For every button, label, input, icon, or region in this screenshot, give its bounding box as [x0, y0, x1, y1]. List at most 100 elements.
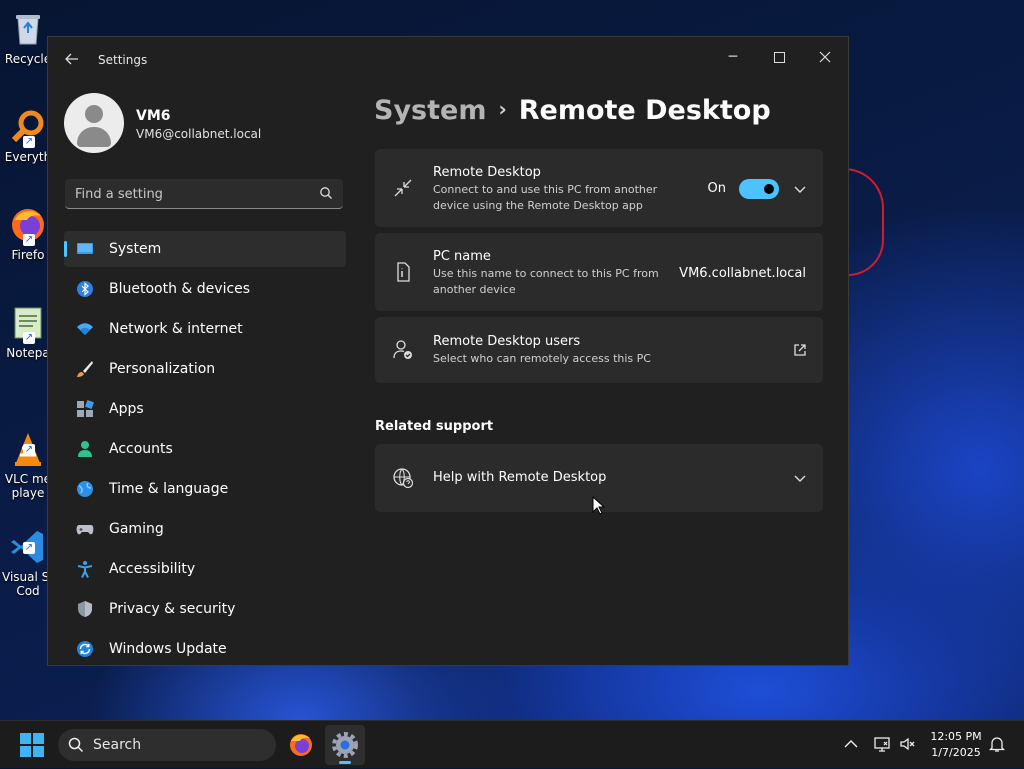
vlc-icon: ↗ — [9, 416, 47, 466]
settings-window: Settings ─ VM6 VM6@collabnet.local Syste… — [47, 36, 849, 666]
maximize-icon — [773, 51, 785, 63]
remote-desktop-card[interactable]: Remote Desktop Connect to and use this P… — [375, 149, 823, 227]
remote-desktop-toggle[interactable] — [739, 179, 779, 199]
desktop-icon-label: Recycle — [4, 52, 52, 66]
minimize-icon: ─ — [728, 49, 738, 65]
title-bar[interactable]: Settings ─ — [48, 37, 848, 85]
desktop-icon-label: VLC me playe — [4, 472, 52, 500]
nav-item-label: Accessibility — [109, 561, 196, 577]
desktop-icon-label: Notepa — [6, 346, 50, 360]
everything-search-icon: ↗ — [9, 108, 47, 148]
nav-item-apps[interactable]: Apps — [64, 391, 346, 427]
search-icon[interactable] — [319, 186, 333, 200]
chevron-down-icon[interactable] — [793, 182, 807, 196]
nav-item-label: Windows Update — [109, 641, 227, 657]
user-email: VM6@collabnet.local — [136, 127, 262, 141]
update-icon — [77, 641, 93, 657]
notepad-icon: ↗ — [9, 304, 47, 344]
taskbar-search[interactable]: Search — [58, 729, 276, 761]
external-link-icon[interactable] — [793, 343, 807, 357]
pc-name-title: PC name — [433, 249, 491, 264]
nav-item-label: Privacy & security — [109, 601, 236, 617]
gear-icon — [332, 732, 358, 758]
nav-item-personalization[interactable]: Personalization — [64, 351, 346, 387]
firefox-icon — [290, 734, 312, 756]
settings-search-input[interactable] — [65, 179, 317, 209]
nav-item-accessibility[interactable]: Accessibility — [64, 551, 346, 587]
volume-muted-icon[interactable] — [899, 735, 917, 753]
chevron-up-icon[interactable] — [842, 735, 860, 753]
firefox-icon: ↗ — [9, 206, 47, 246]
window-title: Settings — [98, 53, 148, 67]
toggle-knob — [764, 184, 774, 194]
nav-item-label: Time & language — [109, 481, 229, 497]
minimize-button[interactable]: ─ — [710, 41, 756, 73]
system-icon — [77, 243, 93, 254]
pc-info-icon — [397, 262, 410, 282]
accounts-icon — [78, 441, 92, 457]
apps-icon — [77, 400, 94, 417]
help-remote-desktop-title: Help with Remote Desktop — [433, 470, 607, 485]
search-icon — [68, 737, 84, 753]
page-title: Remote Desktop — [518, 95, 771, 126]
shortcut-arrow-icon: ↗ — [23, 542, 35, 554]
taskbar: Search 12:05 PM 1/7/2025 — [0, 720, 1024, 768]
nav-item-privacy-security[interactable]: Privacy & security — [64, 591, 346, 627]
desktop-icon-label: Firefo — [11, 248, 45, 262]
nav-item-label: Apps — [109, 401, 144, 417]
nav-item-label: System — [109, 241, 162, 257]
remote-desktop-users-description: Select who can remotely access this PC — [433, 352, 651, 365]
wifi-icon — [77, 323, 93, 335]
taskbar-settings[interactable] — [325, 725, 365, 765]
shortcut-arrow-icon: ↗ — [23, 234, 35, 246]
active-app-indicator — [339, 761, 351, 764]
remote-desktop-users-card[interactable]: Remote Desktop users Select who can remo… — [375, 317, 823, 383]
settings-nav: System Bluetooth & devices Network & int… — [64, 231, 346, 665]
breadcrumb-separator: › — [498, 97, 507, 121]
maximize-button[interactable] — [756, 41, 802, 73]
vscode-icon: ↗ — [9, 514, 47, 563]
user-name: VM6 — [136, 108, 171, 124]
remote-desktop-icon — [394, 179, 412, 197]
breadcrumb: System › Remote Desktop — [374, 95, 771, 126]
recycle-bin-icon — [9, 10, 47, 48]
taskbar-firefox[interactable] — [281, 725, 321, 765]
pc-name-value: VM6.collabnet.local — [679, 266, 806, 281]
notification-bell-icon[interactable] — [988, 735, 1006, 753]
start-button[interactable] — [20, 733, 44, 757]
breadcrumb-parent[interactable]: System — [374, 95, 486, 126]
back-arrow-icon[interactable] — [62, 51, 82, 71]
shortcut-arrow-icon: ↗ — [23, 444, 35, 456]
accessibility-icon — [77, 561, 93, 578]
nav-item-system[interactable]: System — [64, 231, 346, 267]
nav-item-label: Bluetooth & devices — [109, 281, 251, 297]
clock[interactable]: 12:05 PM 1/7/2025 — [926, 729, 986, 761]
nav-item-gaming[interactable]: Gaming — [64, 511, 346, 547]
shield-icon — [78, 601, 92, 617]
mouse-cursor-icon — [592, 496, 606, 515]
network-icon[interactable] — [873, 735, 891, 753]
related-support-heading: Related support — [375, 419, 494, 434]
shortcut-arrow-icon: ↗ — [23, 136, 35, 148]
nav-item-time-language[interactable]: Time & language — [64, 471, 346, 507]
red-annotation-stroke — [844, 168, 884, 276]
nav-item-label: Network & internet — [109, 321, 243, 337]
nav-item-bluetooth[interactable]: Bluetooth & devices — [64, 271, 346, 307]
pc-name-card: PC name Use this name to connect to this… — [375, 233, 823, 311]
avatar — [64, 93, 124, 153]
close-button[interactable] — [802, 41, 848, 73]
clock-time: 12:05 PM — [930, 730, 982, 743]
nav-item-label: Accounts — [109, 441, 173, 457]
close-icon — [819, 51, 831, 63]
nav-item-network[interactable]: Network & internet — [64, 311, 346, 347]
chevron-down-icon[interactable] — [793, 471, 807, 485]
nav-item-windows-update[interactable]: Windows Update — [64, 631, 346, 665]
remote-desktop-users-title: Remote Desktop users — [433, 334, 581, 349]
users-check-icon — [393, 340, 412, 359]
gamepad-icon — [76, 525, 94, 535]
remote-desktop-title: Remote Desktop — [433, 165, 541, 180]
taskbar-search-label: Search — [93, 737, 142, 753]
pc-name-description: Use this name to connect to this PC from… — [433, 267, 659, 296]
remote-desktop-description: Connect to and use this PC from another … — [433, 183, 658, 212]
nav-item-accounts[interactable]: Accounts — [64, 431, 346, 467]
